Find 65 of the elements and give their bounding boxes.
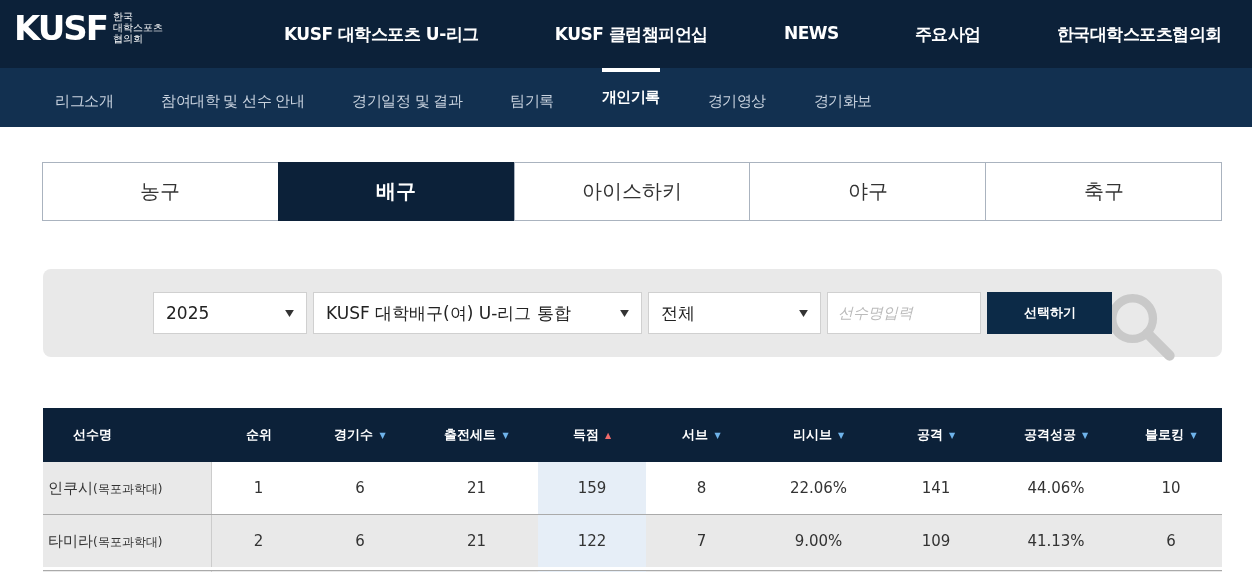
sport-tab[interactable]: 아이스하키 [513, 162, 751, 221]
sort-icon[interactable]: ▲ [604, 430, 612, 440]
table-cell: 141 [921, 479, 951, 497]
table-cell: 1 [253, 479, 264, 497]
player-name: 타미라(목포과학대) [48, 531, 163, 551]
table-cell: 109 [921, 532, 951, 550]
sport-tab[interactable]: 배구 [277, 162, 515, 221]
table-cell: 122 [577, 532, 607, 550]
sub-nav-tab[interactable]: 팀기록 [510, 68, 554, 127]
sub-nav-tab[interactable]: 경기영상 [707, 68, 766, 127]
player-name: 인쿠시(목포과학대) [48, 478, 163, 498]
column-header[interactable]: 공격 [916, 426, 943, 444]
column-header[interactable]: 블로킹 [1145, 426, 1185, 444]
sort-icon[interactable]: ▼ [837, 430, 845, 440]
table-cell: 44.06% [1027, 479, 1085, 497]
player-name-field[interactable]: 선수명입력 [827, 292, 981, 334]
year-select[interactable]: 2025 [153, 292, 307, 334]
sport-tab[interactable]: 농구 [42, 162, 279, 221]
league-select[interactable]: KUSF 대학배구(여) U-리그 통합 [313, 292, 642, 334]
caret-icon[interactable] [285, 309, 294, 317]
sort-icon[interactable]: ▼ [502, 430, 509, 440]
sub-nav-tab[interactable]: 리그소개 [55, 68, 113, 127]
table-cell: 10 [1161, 479, 1181, 497]
main-nav-link[interactable]: 한국대학스포츠협의회 [1057, 22, 1222, 46]
column-header[interactable]: 순위 [245, 426, 272, 444]
caret-icon[interactable] [620, 309, 629, 317]
sort-icon[interactable]: ▼ [1081, 430, 1089, 440]
group-select[interactable]: 전체 [648, 292, 821, 334]
table-cell: 159 [577, 479, 607, 497]
column-header[interactable]: 득점 [572, 426, 599, 444]
logo-mark[interactable]: KUSF [14, 8, 108, 48]
column-header[interactable]: 리시브 [792, 426, 832, 444]
table-cell: 21 [466, 532, 487, 550]
table-cell: 6 [355, 479, 365, 497]
select-button[interactable]: 선택하기 [987, 292, 1112, 334]
sort-icon[interactable]: ▼ [714, 430, 721, 440]
table-cell: 6 [355, 532, 365, 550]
column-header[interactable]: 서브 [682, 426, 709, 444]
table-cell: 8 [696, 479, 707, 497]
main-nav-link[interactable]: NEWS [783, 22, 839, 46]
sort-icon[interactable]: ▼ [948, 430, 956, 440]
main-nav-link[interactable]: KUSF 대학스포츠 U-리그 [284, 22, 479, 46]
column-header[interactable]: 선수명 [73, 426, 112, 444]
table-cell: 6 [1166, 532, 1176, 550]
table-cell: 41.13% [1027, 532, 1085, 550]
main-nav-link[interactable]: KUSF 클럽챔피언십 [554, 22, 708, 46]
sort-icon[interactable]: ▼ [1190, 430, 1197, 440]
table-cell: 22.06% [789, 479, 848, 497]
table-cell: 7 [696, 532, 707, 550]
column-header[interactable]: 출전세트 [444, 426, 497, 444]
sub-nav-tab[interactable]: 경기일정 및 결과 [352, 68, 463, 127]
table-cell: 21 [466, 479, 487, 497]
main-nav-link[interactable]: 주요사업 [914, 22, 981, 46]
caret-icon[interactable] [799, 309, 808, 317]
table-cell: 2 [253, 532, 264, 550]
sub-nav-tab[interactable]: 참여대학 및 선수 안내 [161, 68, 305, 127]
sort-icon[interactable]: ▼ [379, 430, 386, 440]
sub-nav-tab[interactable]: 개인기록 [601, 68, 660, 127]
sub-nav-tab[interactable]: 경기화보 [813, 68, 872, 127]
table-cell: 9.00% [794, 532, 843, 550]
sport-tab[interactable]: 야구 [749, 162, 987, 221]
column-header[interactable]: 경기수 [334, 426, 374, 444]
sport-tab[interactable]: 축구 [985, 162, 1222, 221]
column-header[interactable]: 공격성공 [1023, 426, 1076, 444]
logo-subtitle: 한국 대학스포츠 협의회 [113, 10, 164, 44]
